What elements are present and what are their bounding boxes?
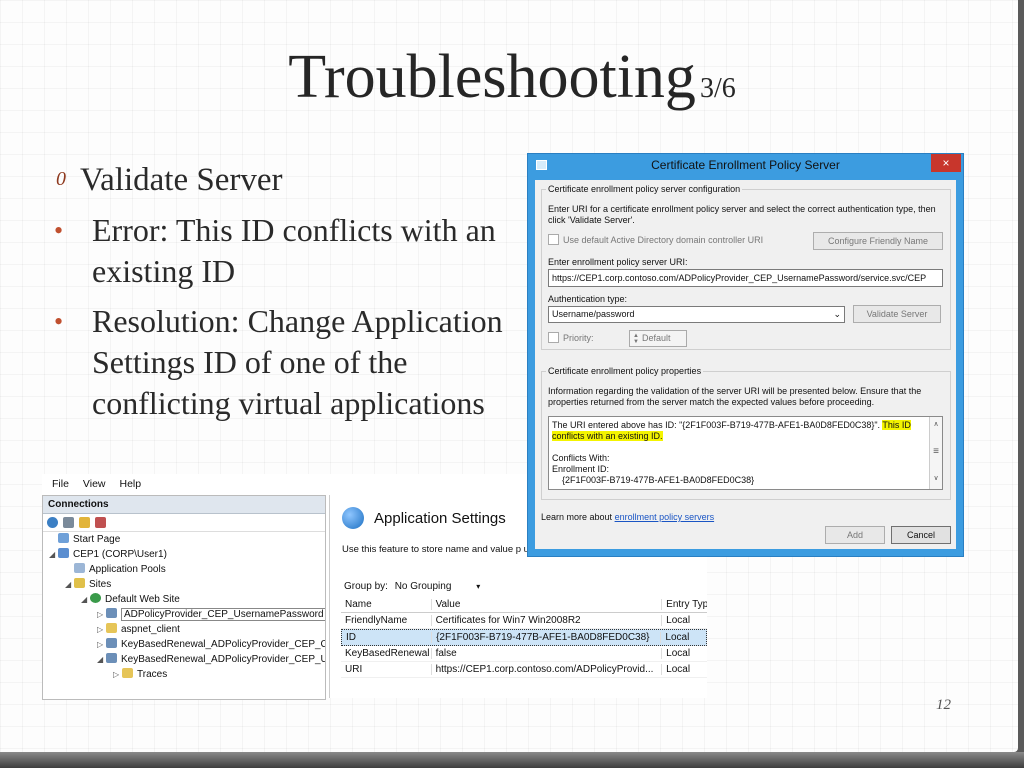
cep-dialog: Certificate Enrollment Policy Server × C… <box>527 153 964 557</box>
connections-header: Connections <box>43 496 325 514</box>
menu-help[interactable]: Help <box>120 478 142 490</box>
bullet-dot: • <box>54 216 64 245</box>
folder-icon <box>122 668 133 678</box>
tree-keybasedrenewal-cer[interactable]: ▷ KeyBasedRenewal_ADPolicyProvider_CEP_Ce… <box>97 638 325 652</box>
start-page-icon <box>58 533 69 543</box>
uri-input[interactable]: https://CEP1.corp.contoso.com/ADPolicyPr… <box>548 269 943 287</box>
enrollment-id-value: {2F1F003F-B719-477B-AFE1-BA0D8FED0C38} <box>562 475 755 485</box>
bullet-error: • Error: This ID conflicts with an exist… <box>54 212 496 289</box>
server-icon <box>58 548 69 558</box>
web-app-icon <box>106 638 117 648</box>
column-entry-type[interactable]: Entry Typ <box>661 599 707 610</box>
connections-pane: Connections Start Page ◢ CEP1 (CORP\User1… <box>42 495 326 700</box>
learn-more: Learn more about enrollment policy serve… <box>541 512 715 522</box>
dialog-title: Certificate Enrollment Policy Server <box>651 158 840 172</box>
folder-icon <box>106 623 117 633</box>
grid-header: Name Value Entry Typ <box>341 597 707 613</box>
enrollment-id-label: Enrollment ID: <box>552 464 610 474</box>
table-row[interactable]: ID {2F1F003F-B719-477B-AFE1-BA0D8FED0C38… <box>341 629 707 646</box>
scroll-thumb-icon[interactable]: ≡ <box>930 446 942 457</box>
priority-checkbox[interactable]: Priority: <box>548 332 594 343</box>
expand-arrow-icon[interactable]: ▷ <box>97 638 106 652</box>
tree-application-pools[interactable]: Application Pools <box>65 563 166 577</box>
scrollbar[interactable]: ∧ ≡ ∨ <box>929 417 942 489</box>
tree-default-web-site[interactable]: ◢ Default Web Site <box>81 593 180 607</box>
dropdown-arrow-icon[interactable]: ▾ <box>476 582 480 591</box>
slide-title: Troubleshooting 3/6 <box>288 43 736 111</box>
web-app-icon <box>106 653 117 663</box>
dialog-title-bar: Certificate Enrollment Policy Server × <box>528 154 963 176</box>
slide-title-suffix: 3/6 <box>699 73 736 104</box>
cancel-button[interactable]: Cancel <box>891 526 951 544</box>
slide: Troubleshooting 3/6 0 Validate Server • … <box>0 0 1018 752</box>
auth-type-label: Authentication type: <box>548 294 628 304</box>
tree-start-page[interactable]: Start Page <box>49 533 120 547</box>
conflicts-with-label: Conflicts With: <box>552 453 610 463</box>
save-icon[interactable] <box>63 517 74 528</box>
scroll-down-icon[interactable]: ∨ <box>930 473 942 484</box>
use-default-checkbox[interactable]: Use default Active Directory domain cont… <box>548 234 763 245</box>
expand-arrow-icon[interactable]: ▷ <box>97 608 106 622</box>
chevron-down-icon: ⌄ <box>833 309 841 319</box>
web-app-icon <box>106 608 117 618</box>
validation-result-box[interactable]: The URI entered above has ID: "{2F1F003F… <box>548 416 943 490</box>
connections-toolbar <box>43 514 325 532</box>
expand-arrow-icon[interactable]: ▷ <box>97 623 106 637</box>
config-help-text: Enter URI for a certificate enrollment p… <box>548 204 936 225</box>
close-button[interactable]: × <box>931 154 961 172</box>
app-pools-icon <box>74 563 85 573</box>
tree-sites[interactable]: ◢ Sites <box>65 578 111 592</box>
collapse-arrow-icon[interactable]: ◢ <box>49 548 58 562</box>
bullet-resolution: • Resolution: Change Application Setting… <box>54 303 503 421</box>
app-settings-icon <box>342 507 364 529</box>
up-folder-icon[interactable] <box>79 517 90 528</box>
scroll-up-icon[interactable]: ∧ <box>930 419 942 430</box>
disconnect-icon[interactable] <box>95 517 106 528</box>
tree-server[interactable]: ◢ CEP1 (CORP\User1) <box>49 548 167 562</box>
bullet-validate-server: 0 Validate Server <box>56 162 283 198</box>
add-button[interactable]: Add <box>825 526 885 544</box>
priority-spinner[interactable]: ▲ ▼ Default <box>629 330 687 347</box>
uri-label: Enter enrollment policy server URI: <box>548 257 688 267</box>
application-settings-heading: Application Settings <box>342 507 506 529</box>
level0-marker: 0 <box>56 168 66 190</box>
column-value[interactable]: Value <box>430 599 662 610</box>
table-row[interactable]: URI https://CEP1.corp.contoso.com/ADPoli… <box>341 662 707 678</box>
window-icon <box>536 160 547 170</box>
expand-arrow-icon[interactable]: ▷ <box>113 668 122 682</box>
tree-keybasedrenewal-use[interactable]: ◢ KeyBasedRenewal_ADPolicyProvider_CEP_Us… <box>97 653 325 667</box>
group-by: Group by: No Grouping ▾ <box>344 581 481 592</box>
dialog-body: Certificate enrollment policy server con… <box>535 180 956 549</box>
menu-file[interactable]: File <box>52 478 69 490</box>
checkbox-icon <box>548 332 559 343</box>
validation-message: The URI entered above has ID: "{2F1F003F… <box>552 420 911 441</box>
bullet-dot: • <box>54 307 64 336</box>
collapse-arrow-icon[interactable]: ◢ <box>97 653 106 667</box>
checkbox-icon <box>548 234 559 245</box>
settings-grid: Name Value Entry Typ FriendlyName Certif… <box>341 597 707 678</box>
menu-view[interactable]: View <box>83 478 106 490</box>
configure-friendly-name-button[interactable]: Configure Friendly Name <box>813 232 943 250</box>
validate-server-button[interactable]: Validate Server <box>853 305 941 323</box>
collapse-arrow-icon[interactable]: ◢ <box>65 578 74 592</box>
globe-icon <box>90 593 101 603</box>
slide-bottom-shadow <box>0 752 1024 768</box>
connect-icon[interactable] <box>47 517 58 528</box>
collapse-arrow-icon[interactable]: ◢ <box>81 593 90 607</box>
sites-folder-icon <box>74 578 85 588</box>
spinner-arrows-icon[interactable]: ▲ ▼ <box>633 333 639 345</box>
tree-traces[interactable]: ▷ Traces <box>113 668 167 682</box>
page-number: 12 <box>936 697 951 713</box>
connections-tree: Start Page ◢ CEP1 (CORP\User1) Applicatio… <box>43 533 325 699</box>
table-row[interactable]: FriendlyName Certificates for Win7 Win20… <box>341 613 707 629</box>
auth-type-select[interactable]: Username/password ⌄ <box>548 306 845 323</box>
group-by-select[interactable]: No Grouping <box>395 581 452 592</box>
table-row[interactable]: KeyBasedRenewal false Local <box>341 646 707 662</box>
properties-help-text: Information regarding the validation of … <box>548 386 922 407</box>
tree-aspnet-client[interactable]: ▷ aspnet_client <box>97 623 180 637</box>
column-name[interactable]: Name <box>341 599 431 610</box>
tree-app-cep-usernamepassword[interactable]: ▷ ADPolicyProvider_CEP_UsernamePassword <box>97 608 325 622</box>
enrollment-policy-servers-link[interactable]: enrollment policy servers <box>615 512 715 522</box>
